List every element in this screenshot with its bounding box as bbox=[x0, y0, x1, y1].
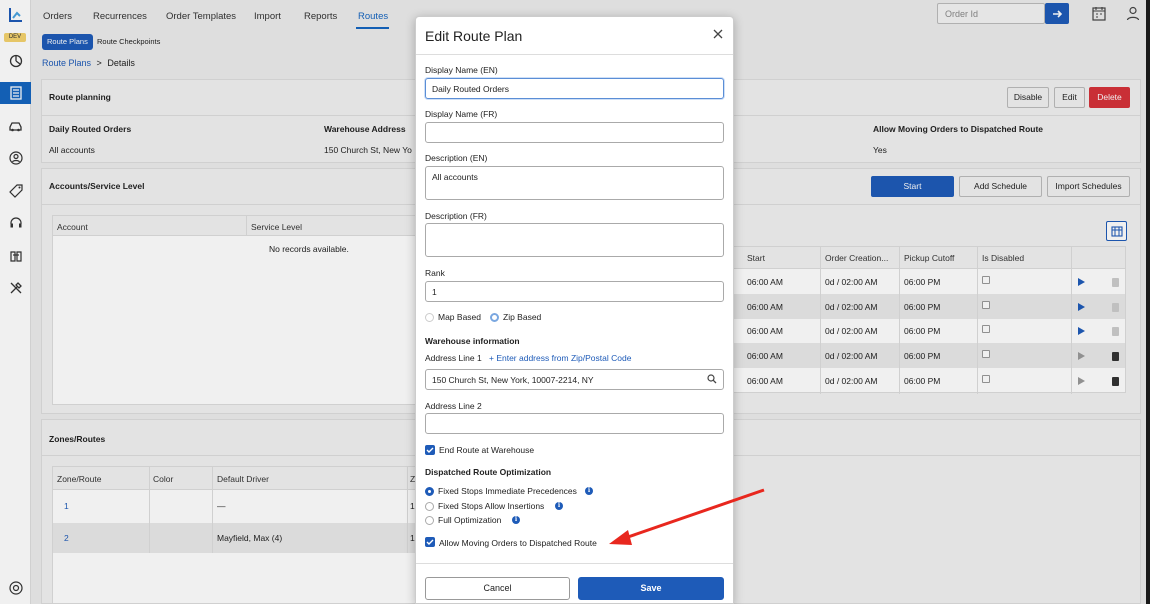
address-line-2-label: Address Line 2 bbox=[425, 401, 482, 411]
description-en-textarea[interactable]: All accounts bbox=[425, 166, 724, 200]
description-fr-label: Description (FR) bbox=[425, 211, 487, 221]
close-icon[interactable] bbox=[712, 28, 724, 40]
display-name-fr-input[interactable] bbox=[425, 122, 724, 143]
edit-route-plan-dialog: Edit Route Plan Display Name (EN) Daily … bbox=[415, 16, 734, 604]
display-name-en-input[interactable]: Daily Routed Orders bbox=[425, 78, 724, 99]
end-route-at-warehouse-checkbox[interactable] bbox=[425, 445, 435, 455]
search-icon[interactable] bbox=[707, 374, 717, 384]
end-route-at-warehouse-label: End Route at Warehouse bbox=[439, 445, 535, 455]
description-en-label: Description (EN) bbox=[425, 153, 488, 163]
description-fr-textarea[interactable] bbox=[425, 223, 724, 257]
fixed-stops-insertions-label: Fixed Stops Allow Insertions bbox=[438, 501, 545, 511]
fixed-stops-immediate-label: Fixed Stops Immediate Precedences bbox=[438, 486, 577, 496]
app-window: DEV Orders Recurrences Order Templates I… bbox=[0, 0, 1146, 604]
display-name-en-label: Display Name (EN) bbox=[425, 65, 498, 75]
zip-based-label: Zip Based bbox=[503, 312, 542, 322]
address-line-2-input[interactable] bbox=[425, 413, 724, 434]
enter-address-from-zip-link[interactable]: + Enter address from Zip/Postal Code bbox=[489, 353, 631, 363]
info-icon[interactable]: i bbox=[585, 487, 593, 495]
checkmark-icon bbox=[426, 539, 434, 545]
allow-moving-orders-label: Allow Moving Orders to Dispatched Route bbox=[439, 538, 597, 548]
full-optimization-label: Full Optimization bbox=[438, 515, 502, 525]
address-line-1-input[interactable]: 150 Church St, New York, 10007-2214, NY bbox=[425, 369, 724, 390]
display-name-fr-label: Display Name (FR) bbox=[425, 109, 498, 119]
rank-input[interactable]: 1 bbox=[425, 281, 724, 302]
map-based-radio[interactable] bbox=[425, 313, 434, 322]
address-line-1-label: Address Line 1 bbox=[425, 353, 482, 363]
fixed-stops-immediate-radio[interactable] bbox=[425, 487, 434, 496]
rank-label: Rank bbox=[425, 268, 445, 278]
save-button[interactable]: Save bbox=[578, 577, 724, 600]
optimization-heading: Dispatched Route Optimization bbox=[425, 467, 552, 477]
cancel-button[interactable]: Cancel bbox=[425, 577, 570, 600]
divider bbox=[416, 563, 733, 564]
info-icon[interactable]: i bbox=[555, 502, 563, 510]
info-icon[interactable]: i bbox=[512, 516, 520, 524]
full-optimization-radio[interactable] bbox=[425, 516, 434, 525]
fixed-stops-insertions-radio[interactable] bbox=[425, 502, 434, 511]
dialog-title: Edit Route Plan bbox=[425, 28, 523, 44]
divider bbox=[416, 54, 733, 55]
checkmark-icon bbox=[426, 447, 434, 453]
warehouse-heading: Warehouse information bbox=[425, 336, 520, 346]
zip-based-radio[interactable] bbox=[490, 313, 499, 322]
allow-moving-orders-checkbox[interactable] bbox=[425, 537, 435, 547]
map-based-label: Map Based bbox=[438, 312, 481, 322]
